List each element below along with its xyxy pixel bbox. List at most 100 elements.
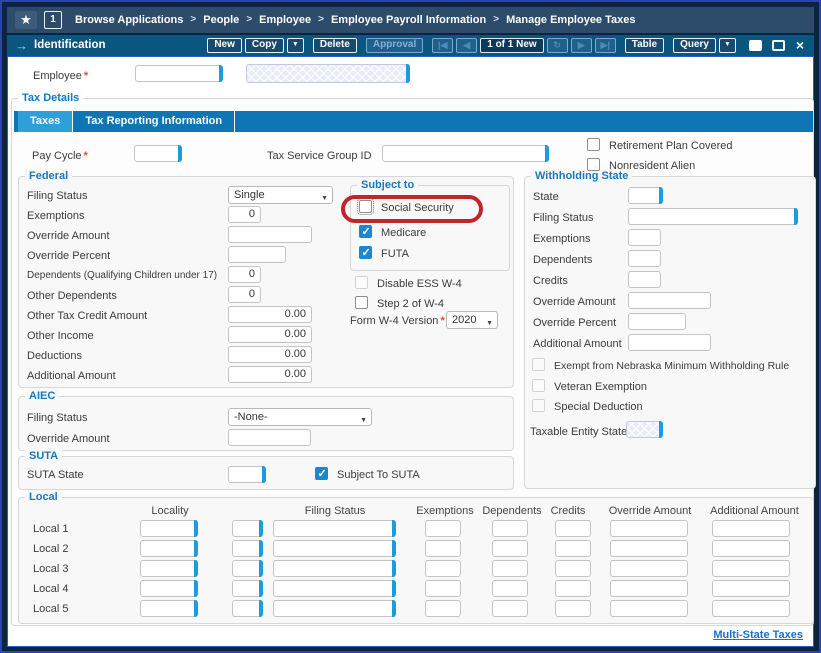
multi-state-taxes-link[interactable]: Multi-State Taxes [713,628,803,642]
maximize-button[interactable] [768,38,788,53]
state-additional-amount-input[interactable] [628,334,711,351]
local-3-code-input[interactable] [232,560,263,577]
local-5-dependents-input[interactable] [492,600,528,617]
tax-service-group-id-input[interactable] [382,145,549,162]
veteran-exemption-checkbox[interactable] [532,379,545,392]
local-4-code-input[interactable] [232,580,263,597]
local-3-exemptions-input[interactable] [425,560,461,577]
local-5-override-amount-input[interactable] [610,600,688,617]
query-dropdown-button[interactable]: ▼ [719,38,736,53]
delete-button[interactable]: Delete [313,38,357,53]
local-4-additional-amount-input[interactable] [712,580,790,597]
disable-ess-w-4-checkbox[interactable] [355,276,368,289]
federal-override-amount-input[interactable] [228,226,312,243]
local-1-locality-input[interactable] [140,520,198,537]
local-2-override-amount-input[interactable] [610,540,688,557]
local-2-filing-status-input[interactable] [273,540,396,557]
local-1-filing-status-input[interactable] [273,520,396,537]
local-4-override-amount-input[interactable] [610,580,688,597]
copy-button[interactable]: Copy [245,38,284,53]
close-button[interactable]: × [791,38,809,53]
state-exemptions-input[interactable] [628,229,661,246]
local-4-exemptions-input[interactable] [425,580,461,597]
local-1-credits-input[interactable] [555,520,591,537]
subject-to-social-security-checkbox[interactable] [359,200,372,213]
new-button[interactable]: New [207,38,242,53]
federal-additional-amount-input[interactable]: 0.00 [228,366,312,383]
local-2-dependents-input[interactable] [492,540,528,557]
local-5-additional-amount-input[interactable] [712,600,790,617]
suta-state-input[interactable] [228,466,266,483]
local-3-override-amount-input[interactable] [610,560,688,577]
local-3-filing-status-input[interactable] [273,560,396,577]
approval-button[interactable]: Approval [366,38,423,53]
federal-other-income-input[interactable]: 0.00 [228,326,312,343]
local-4-locality-input[interactable] [140,580,198,597]
local-1-dependents-input[interactable] [492,520,528,537]
local-1-additional-amount-input[interactable] [712,520,790,537]
breadcrumb-item-manage-employee-taxes[interactable]: Manage Employee Taxes [506,15,635,26]
refresh-button[interactable]: ↻ [547,38,568,53]
local-2-locality-input[interactable] [140,540,198,557]
breadcrumb-item-employee-payroll-information[interactable]: Employee Payroll Information [331,15,486,26]
state-state-input[interactable] [628,187,663,204]
local-4-dependents-input[interactable] [492,580,528,597]
local-5-exemptions-input[interactable] [425,600,461,617]
nonresident-alien-checkbox[interactable] [587,158,600,171]
copy-dropdown-button[interactable]: ▼ [287,38,304,53]
previous-record-button[interactable]: ◀ [456,38,477,53]
table-button[interactable]: Table [625,38,664,53]
aiec-override-amount-input[interactable] [228,429,311,446]
special-deduction-checkbox[interactable] [532,399,545,412]
federal-exemptions-input[interactable]: 0 [228,206,261,223]
form-w4-version-select[interactable]: 2020 [446,311,498,329]
local-2-additional-amount-input[interactable] [712,540,790,557]
state-dependents-input[interactable] [628,250,661,267]
state-override-amount-input[interactable] [628,292,711,309]
local-2-credits-input[interactable] [555,540,591,557]
local-3-credits-input[interactable] [555,560,591,577]
federal-other-dependents-input[interactable]: 0 [228,286,261,303]
exempt-from-nebraska-minimum-withholding-rule-checkbox[interactable] [532,358,545,371]
state-credits-input[interactable] [628,271,661,288]
minimize-button[interactable] [745,38,765,53]
retirement-plan-covered-checkbox[interactable] [587,138,600,151]
next-record-button[interactable]: ▶ [571,38,592,53]
subject-to-futa-checkbox[interactable] [359,246,372,259]
step-2-of-w-4-checkbox[interactable] [355,296,368,309]
tab-tax-reporting-information[interactable]: Tax Reporting Information [73,111,235,132]
last-record-button[interactable]: ▶| [595,38,616,53]
query-button[interactable]: Query [673,38,716,53]
federal-deductions-input[interactable]: 0.00 [228,346,312,363]
favorites-star-icon[interactable]: ★ [15,11,37,29]
tab-taxes[interactable]: Taxes [18,111,73,132]
window-number-icon[interactable]: 1 [44,11,62,29]
federal-other-tax-credit-amount-input[interactable]: 0.00 [228,306,312,323]
local-3-locality-input[interactable] [140,560,198,577]
federal-dependents-qualifying-children-under-17-input[interactable]: 0 [228,266,261,283]
local-5-code-input[interactable] [232,600,263,617]
local-3-dependents-input[interactable] [492,560,528,577]
state-override-percent-input[interactable] [628,313,686,330]
local-1-override-amount-input[interactable] [610,520,688,537]
breadcrumb-item-browse-applications[interactable]: Browse Applications [75,15,183,26]
local-1-exemptions-input[interactable] [425,520,461,537]
local-4-filing-status-input[interactable] [273,580,396,597]
suta-subject-to-suta-checkbox[interactable] [315,467,328,480]
breadcrumb-item-people[interactable]: People [203,15,239,26]
local-4-credits-input[interactable] [555,580,591,597]
federal-override-percent-input[interactable] [228,246,286,263]
breadcrumb-item-employee[interactable]: Employee [259,15,311,26]
local-1-code-input[interactable] [232,520,263,537]
local-2-exemptions-input[interactable] [425,540,461,557]
local-2-code-input[interactable] [232,540,263,557]
federal-filing-status-select[interactable]: Single [228,186,333,204]
pay-cycle-input[interactable] [134,145,182,162]
local-5-filing-status-input[interactable] [273,600,396,617]
aiec-filing-status-select[interactable]: -None- [228,408,372,426]
employee-input[interactable] [135,65,223,82]
first-record-button[interactable]: |◀ [432,38,453,53]
local-3-additional-amount-input[interactable] [712,560,790,577]
subject-to-medicare-checkbox[interactable] [359,225,372,238]
local-5-locality-input[interactable] [140,600,198,617]
